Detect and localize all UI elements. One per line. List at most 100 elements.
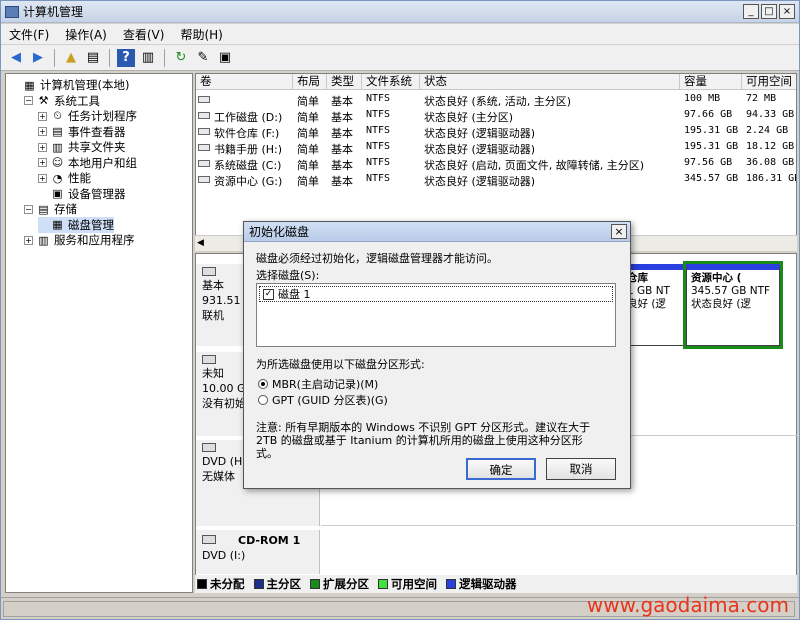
volume-type: 基本 xyxy=(331,159,353,172)
cancel-button[interactable]: 取消 xyxy=(546,458,616,480)
disk-1-checkbox[interactable]: ✓ xyxy=(263,288,274,300)
refresh-icon[interactable]: ↻ xyxy=(172,49,190,67)
expand-toggle-icon[interactable]: + xyxy=(24,235,33,245)
gpt-note-line-3: 式。 xyxy=(256,447,278,460)
volume-status: 状态良好 (启动, 页面文件, 故障转储, 主分区) xyxy=(424,159,645,172)
show-tree-icon[interactable]: ▤ xyxy=(84,49,102,67)
volume-row[interactable]: 书籍手册 (H:) 简单 基本 NTFS 状态良好 (逻辑驱动器) 195.31 GB 18… xyxy=(196,140,796,156)
volume-icon xyxy=(198,128,210,135)
menu-file[interactable]: 文件(F) xyxy=(1,26,57,43)
expand-toggle-icon[interactable]: − xyxy=(24,96,33,105)
cdrom-1-label[interactable]: CD-ROM 1 DVD (I:) xyxy=(196,530,320,574)
disk-select-list[interactable]: ✓ 磁盘 1 xyxy=(256,283,616,347)
volume-status: 状态良好 (逻辑驱动器) xyxy=(424,127,536,140)
column-header-layout[interactable]: 布局 xyxy=(293,74,327,90)
volume-row[interactable]: 简单 基本 NTFS 状态良好 (系统, 活动, 主分区) 100 MB 72 MB xyxy=(196,92,796,108)
column-header-filesystem[interactable]: 文件系统 xyxy=(362,74,420,90)
disk-tool-icon[interactable]: ▣ xyxy=(216,49,234,67)
help-icon[interactable]: ? xyxy=(117,48,135,67)
gpt-radio[interactable]: GPT (GUID 分区表)(G) xyxy=(258,392,388,408)
volume-name: 系统磁盘 (C:) xyxy=(214,159,282,172)
volume-cap: 100 MB xyxy=(684,93,721,104)
volume-cap: 195.31 GB xyxy=(684,125,739,136)
expand-toggle-icon[interactable]: + xyxy=(38,173,47,183)
tree-item-label: 计算机管理(本地) xyxy=(40,78,130,92)
title-bar: 计算机管理 _ □ × xyxy=(1,1,799,23)
minimize-button[interactable]: _ xyxy=(743,4,759,19)
tree-item[interactable]: ▦ 磁盘管理 xyxy=(38,216,114,233)
forward-arrow-icon[interactable]: ▶ xyxy=(29,49,47,67)
scroll-left-icon[interactable]: ◀ xyxy=(197,238,204,248)
volume-icon xyxy=(198,160,210,167)
legend-swatch xyxy=(310,579,320,589)
tree-item-label: 任务计划程序 xyxy=(68,109,137,123)
volume-fs: NTFS xyxy=(366,125,391,136)
volume-fs: NTFS xyxy=(366,93,391,104)
tree-node-icon: ▤ xyxy=(52,125,63,138)
disk-1-item[interactable]: ✓ 磁盘 1 xyxy=(259,286,613,302)
tree-node-icon: ▥ xyxy=(52,140,63,154)
watermark: www.gaodaima.com xyxy=(586,593,789,617)
volume-fs: NTFS xyxy=(366,141,391,152)
menu-view[interactable]: 查看(V) xyxy=(115,26,173,43)
menu-help[interactable]: 帮助(H) xyxy=(172,26,230,43)
menu-action[interactable]: 操作(A) xyxy=(57,26,115,43)
legend-swatch xyxy=(197,579,207,589)
tree-item[interactable]: ▦ 计算机管理(本地) xyxy=(10,77,129,93)
column-header-capacity[interactable]: 容量 xyxy=(680,74,742,90)
expand-toggle-icon xyxy=(10,81,19,90)
volume-row[interactable]: 工作磁盘 (D:) 简单 基本 NTFS 状态良好 (主分区) 97.66 GB 94.33… xyxy=(196,108,796,124)
tree-node-icon: ⏲ xyxy=(53,109,62,122)
tree-item[interactable]: + ⏲ 任务计划程序 xyxy=(38,108,137,124)
tree-item[interactable]: ▣ 设备管理器 xyxy=(38,186,125,202)
mbr-radio[interactable]: MBR(主启动记录)(M) xyxy=(258,376,378,392)
legend-label: 扩展分区 xyxy=(323,577,369,591)
volume-type: 基本 xyxy=(331,127,353,140)
expand-toggle-icon[interactable]: + xyxy=(38,142,47,152)
expand-toggle-icon[interactable]: + xyxy=(38,158,47,167)
tree-item-label: 事件查看器 xyxy=(68,124,126,139)
column-header-free-space[interactable]: 可用空间 xyxy=(742,74,796,90)
volume-row[interactable]: 资源中心 (G:) 简单 基本 NTFS 状态良好 (逻辑驱动器) 345.57 GB 18… xyxy=(196,172,796,188)
volume-row[interactable]: 软件仓库 (F:) 简单 基本 NTFS 状态良好 (逻辑驱动器) 195.31 GB 2.… xyxy=(196,124,796,140)
tree-item[interactable]: − ⚒ 系统工具 xyxy=(24,93,100,109)
column-header-volume[interactable]: 卷 xyxy=(196,74,293,90)
tree-item[interactable]: + ▥ 共享文件夹 xyxy=(38,139,126,155)
expand-toggle-icon[interactable]: + xyxy=(38,111,47,121)
computer-management-window: 计算机管理 _ □ × 文件(F) 操作(A) 查看(V) 帮助(H) ◀ ▶ … xyxy=(0,0,800,620)
settings-icon[interactable]: ✎ xyxy=(194,49,212,67)
volume-fs: NTFS xyxy=(366,173,391,184)
back-arrow-icon[interactable]: ◀ xyxy=(7,49,25,67)
dialog-close-button[interactable]: × xyxy=(611,224,627,239)
expand-toggle-icon[interactable]: + xyxy=(38,127,47,136)
volume-layout: 简单 xyxy=(297,127,319,140)
tree-node-icon: ▥ xyxy=(38,233,49,247)
volume-type: 基本 xyxy=(331,143,353,156)
volume-row[interactable]: 系统磁盘 (C:) 简单 基本 NTFS 状态良好 (启动, 页面文件, 故障转储, 主… xyxy=(196,156,796,172)
maximize-button[interactable]: □ xyxy=(761,4,777,19)
column-header-type[interactable]: 类型 xyxy=(327,74,362,90)
column-header-status[interactable]: 状态 xyxy=(420,74,680,90)
volume-icon xyxy=(198,144,210,151)
partition-software-repo[interactable]: 仓库 1 GB NT 良好 (逻 xyxy=(622,264,684,346)
tree-item[interactable]: + ▥ 服务和应用程序 xyxy=(24,232,135,248)
expand-toggle-icon xyxy=(38,189,47,198)
tree-node-icon: ◔ xyxy=(52,171,63,185)
tree-item[interactable]: + ◔ 性能 xyxy=(38,170,91,186)
ok-button[interactable]: 确定 xyxy=(466,458,536,480)
tree-item[interactable]: + ▤ 事件查看器 xyxy=(38,124,126,140)
close-button[interactable]: × xyxy=(779,4,795,19)
tree-item[interactable]: + ☺ 本地用户和组 xyxy=(38,155,137,171)
up-folder-icon[interactable]: ▲ xyxy=(62,49,80,67)
menu-bar: 文件(F) 操作(A) 查看(V) 帮助(H) xyxy=(1,24,799,44)
partition-resource-center[interactable]: 资源中心 (345.57 GB NTF 状态良好 (逻 xyxy=(683,261,783,349)
window-title: 计算机管理 xyxy=(23,5,84,19)
properties-icon[interactable]: ▥ xyxy=(139,49,157,67)
legend-label: 可用空间 xyxy=(391,577,437,591)
volume-status: 状态良好 (主分区) xyxy=(424,111,514,124)
legend-swatch xyxy=(378,579,388,589)
volume-name: 软件仓库 (F:) xyxy=(214,127,280,140)
tree-item[interactable]: − ▤ 存储 xyxy=(24,201,77,217)
app-icon xyxy=(5,5,19,18)
expand-toggle-icon[interactable]: − xyxy=(24,204,33,214)
